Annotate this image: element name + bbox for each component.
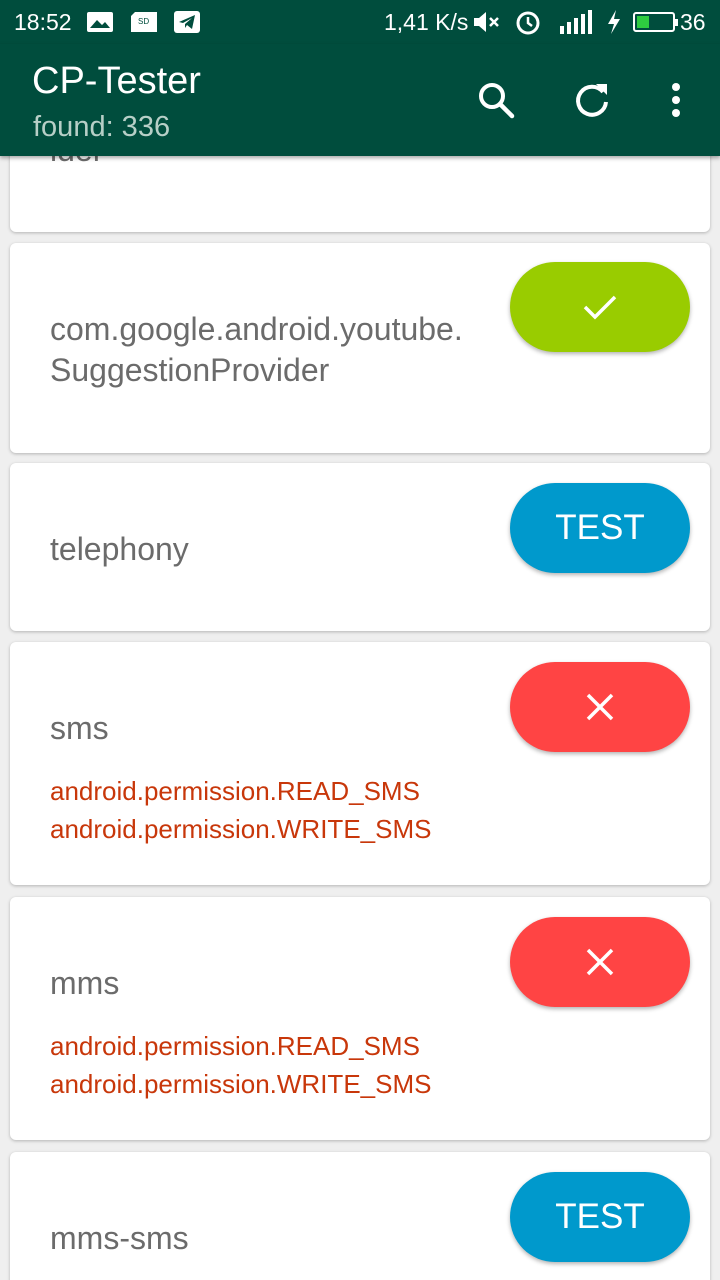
- battery-level: 36: [680, 9, 706, 35]
- mute-icon: [472, 10, 500, 34]
- provider-card: mms-sms TEST: [10, 1152, 710, 1280]
- provider-card: sms android.permission.READ_SMS android.…: [10, 642, 710, 885]
- permission-label: android.permission.READ_SMS: [50, 1031, 420, 1061]
- battery-icon: [633, 12, 678, 32]
- svg-text:SD: SD: [138, 17, 149, 26]
- image-notification-icon: [86, 10, 114, 34]
- app-bar: CP-Tester found: 336: [0, 44, 720, 156]
- check-icon: [583, 295, 617, 320]
- test-button[interactable]: TEST: [510, 483, 690, 573]
- found-count: found: 336: [33, 111, 171, 143]
- close-icon: [586, 693, 614, 721]
- refresh-icon[interactable]: [570, 78, 614, 122]
- permission-label: android.permission.WRITE_SMS: [50, 814, 432, 844]
- permission-label: android.permission.READ_SMS: [50, 776, 420, 806]
- status-time: 18:52: [14, 9, 72, 35]
- permission-label: android.permission.WRITE_SMS: [50, 1069, 432, 1099]
- provider-name: mms: [50, 965, 120, 1001]
- charging-icon: [606, 10, 622, 34]
- alarm-icon: [514, 10, 542, 35]
- test-button[interactable]: TEST: [510, 1172, 690, 1262]
- signal-icon: [556, 10, 594, 34]
- close-icon: [586, 948, 614, 976]
- sd-card-icon: SD: [130, 10, 158, 34]
- provider-name: com.google.android.youtube.SuggestionPro…: [50, 311, 463, 388]
- more-vert-icon[interactable]: [654, 78, 698, 122]
- provider-card: mms android.permission.READ_SMS android.…: [10, 897, 710, 1140]
- success-button[interactable]: [510, 262, 690, 352]
- app-title: CP-Tester: [32, 60, 201, 102]
- status-bar: 18:52 SD 1,41 K/s 36: [0, 0, 720, 44]
- provider-name: telephony: [50, 531, 189, 567]
- provider-name: mms-sms: [50, 1220, 189, 1256]
- provider-card: com.google.android.youtube.SuggestionPro…: [10, 243, 710, 453]
- provider-name: sms: [50, 710, 109, 746]
- provider-list[interactable]: ider com.google.android.youtube.Suggesti…: [0, 156, 720, 1280]
- provider-card: ider: [10, 156, 710, 232]
- fail-button[interactable]: [510, 917, 690, 1007]
- telegram-icon: [174, 10, 200, 34]
- provider-card: telephony TEST: [10, 463, 710, 631]
- network-speed: 1,41 K/s: [384, 9, 469, 35]
- fail-button[interactable]: [510, 662, 690, 752]
- provider-name: ider: [50, 156, 480, 171]
- search-icon[interactable]: [474, 78, 518, 122]
